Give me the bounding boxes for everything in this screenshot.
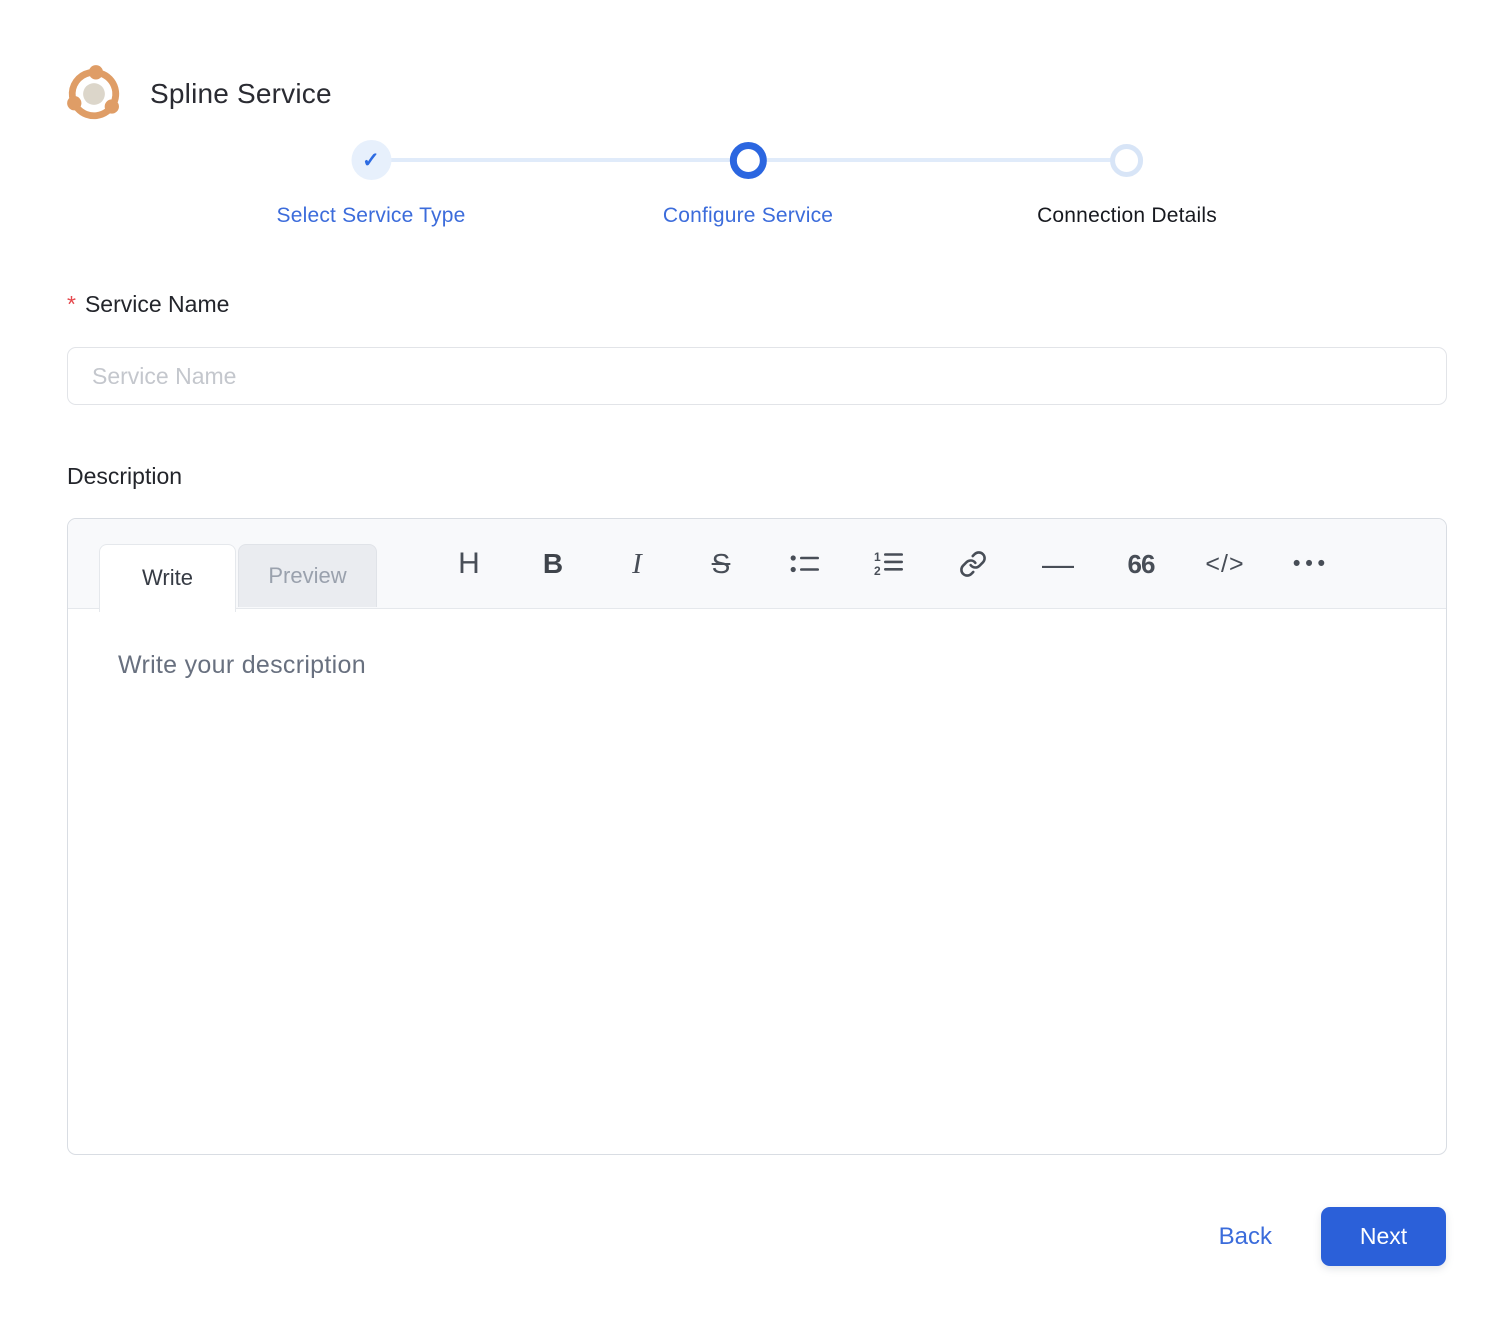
required-asterisk: * (67, 291, 76, 317)
description-textarea[interactable] (68, 610, 1446, 1154)
page-title: Spline Service (150, 78, 332, 109)
tab-write[interactable]: Write (99, 544, 236, 612)
quote-icon[interactable]: 66 (1099, 519, 1183, 609)
code-icon[interactable]: </> (1183, 519, 1267, 609)
step-label: Select Service Type (276, 204, 466, 227)
app-header: Spline Service (60, 60, 332, 128)
back-button[interactable]: Back (1219, 1223, 1272, 1251)
step-connection-details[interactable]: Connection Details (1037, 138, 1217, 228)
bullet-list-icon[interactable] (763, 519, 847, 609)
step-completed-check-icon: ✓ (350, 140, 391, 180)
step-label: Configure Service (662, 204, 834, 227)
svg-text:1: 1 (874, 550, 881, 564)
heading-icon[interactable]: H (427, 519, 511, 609)
footer-actions: Back Next (1219, 1207, 1446, 1266)
strikethrough-icon[interactable]: S (679, 519, 763, 609)
service-name-input[interactable] (67, 347, 1447, 405)
horizontal-rule-icon[interactable]: — (1015, 519, 1099, 609)
step-select-service-type[interactable]: ✓ Select Service Type (276, 138, 465, 228)
editor-toolbar: H B I S 1 2 — 66 </> ••• (427, 519, 1351, 609)
step-label: Connection Details (1037, 204, 1217, 227)
bold-icon[interactable]: B (511, 519, 595, 609)
spline-service-logo-icon (67, 65, 120, 120)
more-options-icon[interactable]: ••• (1267, 519, 1351, 609)
chain-link-icon[interactable] (931, 519, 1015, 609)
service-name-label: * Service Name (67, 291, 230, 317)
markdown-editor: Write Preview H B I S 1 2 — 66 </> ••• W… (67, 518, 1447, 1155)
numbered-list-icon[interactable]: 1 2 (847, 519, 931, 609)
step-active-circle-icon (729, 141, 767, 179)
next-button[interactable]: Next (1321, 1207, 1446, 1266)
italic-icon[interactable]: I (595, 519, 679, 609)
description-label: Description (67, 463, 183, 489)
step-upcoming-circle-icon (1110, 143, 1144, 177)
wizard-stepper: ✓ Select Service Type Configure Service … (67, 138, 1447, 248)
svg-text:2: 2 (874, 564, 881, 578)
step-configure-service[interactable]: Configure Service (663, 138, 833, 228)
tab-preview[interactable]: Preview (238, 544, 377, 607)
